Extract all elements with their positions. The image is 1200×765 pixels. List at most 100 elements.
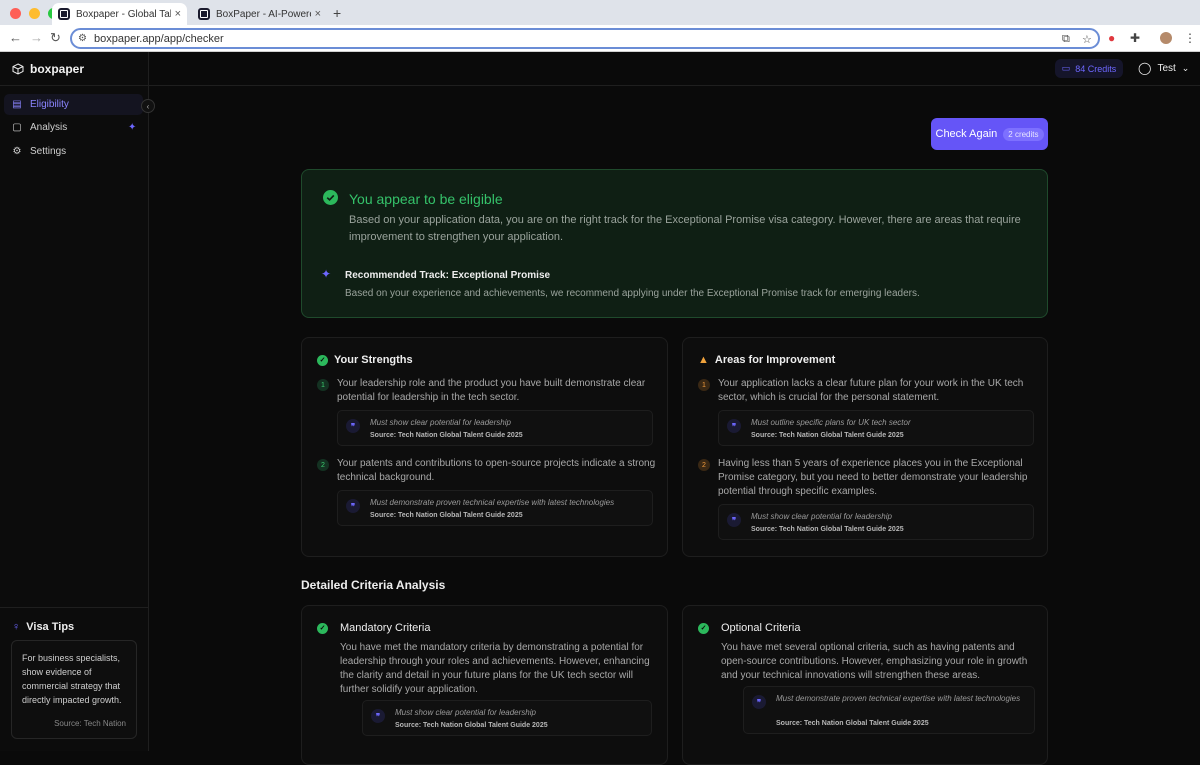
- warning-icon: ▲: [698, 354, 709, 366]
- profile-avatar[interactable]: [1160, 32, 1172, 44]
- brand-name: boxpaper: [30, 62, 85, 76]
- user-menu[interactable]: ◯ Test ⌄: [1138, 61, 1189, 75]
- improvements-card: ▲ Areas for Improvement 1 Your applicati…: [682, 337, 1048, 557]
- quote-icon: ❞: [727, 419, 741, 433]
- quote-icon: ❞: [346, 499, 360, 513]
- visa-tip-text: For business specialists, show evidence …: [22, 653, 122, 705]
- brand-logo[interactable]: boxpaper: [12, 62, 84, 76]
- sidebar-item-label: Eligibility: [30, 99, 69, 110]
- optional-title: Optional Criteria: [721, 622, 801, 634]
- sidebar-item-label: Settings: [30, 146, 67, 157]
- browser-menu-icon[interactable]: ⋮: [1184, 31, 1196, 45]
- item-number: 2: [698, 459, 710, 471]
- new-tab-button[interactable]: +: [333, 5, 341, 21]
- browser-tab-2[interactable]: BoxPaper - AI-Powered Documents ×: [192, 3, 327, 25]
- improvements-title: Areas for Improvement: [714, 354, 836, 366]
- header-divider: [149, 85, 1200, 86]
- credits-badge[interactable]: ▭ 84 Credits: [1055, 59, 1123, 78]
- sparkle-icon: ✦: [128, 122, 137, 133]
- boxpaper-favicon-icon: [58, 8, 70, 20]
- sidebar-item-eligibility[interactable]: ▤ Eligibility: [4, 94, 143, 115]
- back-arrow-icon[interactable]: ←: [9, 30, 22, 45]
- forward-arrow-icon[interactable]: →: [30, 30, 43, 45]
- browser-tab-strip: Boxpaper - Global Talent Visa × BoxPaper…: [0, 0, 1200, 25]
- user-circle-icon: ◯: [1138, 61, 1152, 75]
- eligibility-description: Based on your application data, you are …: [349, 214, 1021, 243]
- quote-text: Must show clear potential for leadership: [751, 512, 892, 521]
- check-again-button[interactable]: Check Again 2 credits: [931, 118, 1048, 150]
- extensions-puzzle-icon[interactable]: ✚: [1130, 31, 1140, 45]
- strengths-heading: ✓ Your Strengths: [317, 354, 413, 366]
- quote-text: Must outline specific plans for UK tech …: [751, 418, 911, 427]
- sidebar-item-analysis[interactable]: ▢ Analysis ✦: [4, 117, 143, 138]
- tab-close-icon[interactable]: ×: [315, 8, 321, 20]
- install-app-icon[interactable]: ⧉: [1062, 33, 1070, 46]
- improvements-heading: ▲ Areas for Improvement: [698, 354, 835, 366]
- document-icon: ▤: [12, 99, 22, 110]
- criteria-quote: ❞ Must show clear potential for leadersh…: [718, 504, 1034, 540]
- gear-icon: ⚙: [12, 146, 22, 157]
- mandatory-criteria-card: ✓ Mandatory Criteria You have met the ma…: [301, 605, 668, 765]
- quote-source: Source: Tech Nation Global Talent Guide …: [395, 722, 548, 729]
- minimize-window-button[interactable]: [29, 8, 40, 19]
- quote-icon: ❞: [752, 695, 766, 709]
- sparkles-icon: ✦: [321, 267, 332, 281]
- improvement-text: Your application lacks a clear future pl…: [718, 378, 1024, 403]
- visa-tips-heading: ♀ Visa Tips: [12, 621, 74, 633]
- visa-tip-card: For business specialists, show evidence …: [11, 640, 137, 739]
- browser-tab-1[interactable]: Boxpaper - Global Talent Visa ×: [52, 3, 187, 25]
- tab-title: Boxpaper - Global Talent Visa: [76, 8, 171, 20]
- item-number: 2: [317, 459, 329, 471]
- chevron-down-icon: ⌄: [1181, 62, 1190, 73]
- criteria-quote: ❞ Must show clear potential for leadersh…: [337, 410, 653, 446]
- site-info-icon[interactable]: ⚙: [78, 33, 87, 44]
- mandatory-heading: ✓ Mandatory Criteria: [317, 622, 430, 634]
- sidebar-item-settings[interactable]: ⚙ Settings: [4, 141, 143, 162]
- address-toolbar: ← → ↻ ⚙ boxpaper.app/app/checker ⧉ ☆ ● ✚…: [0, 25, 1200, 52]
- optional-criteria-card: ✓ Optional Criteria You have met several…: [682, 605, 1048, 765]
- tab-close-icon[interactable]: ×: [175, 8, 181, 20]
- boxpaper-favicon-icon: [198, 8, 210, 20]
- quote-icon: ❞: [346, 419, 360, 433]
- eligibility-result-card: You appear to be eligible Based on your …: [301, 169, 1048, 318]
- recommended-track-title: Recommended Track: Exceptional Promise: [345, 270, 551, 281]
- extension-icon[interactable]: ●: [1108, 31, 1115, 45]
- close-window-button[interactable]: [10, 8, 21, 19]
- address-bar[interactable]: ⚙ boxpaper.app/app/checker ⧉ ☆: [70, 28, 1100, 49]
- check-circle-icon: ✓: [317, 354, 328, 366]
- quote-text: Must show clear potential for leadership: [370, 418, 511, 427]
- visa-tip-source: Source: Tech Nation: [54, 719, 126, 728]
- recommended-track-description: Based on your experience and achievement…: [345, 288, 920, 299]
- optional-heading: ✓ Optional Criteria: [698, 622, 800, 634]
- quote-source: Source: Tech Nation Global Talent Guide …: [776, 720, 929, 727]
- sidebar: boxpaper ▤ Eligibility ▢ Analysis ✦ ⚙ Se…: [0, 52, 149, 751]
- quote-text: Must demonstrate proven technical expert…: [776, 694, 1021, 703]
- criteria-quote: ❞ Must outline specific plans for UK tec…: [718, 410, 1034, 446]
- quote-source: Source: Tech Nation Global Talent Guide …: [370, 512, 523, 519]
- divider: [0, 85, 149, 86]
- file-icon: ▢: [12, 122, 22, 133]
- sidebar-item-label: Analysis: [30, 122, 68, 133]
- criteria-section-title: Detailed Criteria Analysis: [301, 578, 446, 592]
- mandatory-title: Mandatory Criteria: [340, 622, 431, 634]
- quote-source: Source: Tech Nation Global Talent Guide …: [751, 432, 904, 439]
- criteria-quote: ❞ Must demonstrate proven technical expe…: [743, 686, 1035, 734]
- strength-text: Your patents and contributions to open-s…: [337, 458, 656, 483]
- optional-text: You have met several optional criteria, …: [721, 642, 1028, 681]
- reload-icon[interactable]: ↻: [50, 30, 61, 46]
- check-again-label: Check Again: [935, 128, 998, 140]
- quote-text: Must show clear potential for leadership: [395, 708, 536, 717]
- strength-text: Your leadership role and the product you…: [337, 378, 646, 403]
- criteria-quote: ❞ Must demonstrate proven technical expe…: [337, 490, 653, 526]
- app-root: boxpaper ▤ Eligibility ▢ Analysis ✦ ⚙ Se…: [0, 52, 1200, 765]
- bookmark-star-icon[interactable]: ☆: [1082, 33, 1092, 46]
- improvement-text: Having less than 5 years of experience p…: [718, 458, 1028, 497]
- quote-icon: ❞: [371, 709, 385, 723]
- item-number: 1: [317, 379, 329, 391]
- url-text: boxpaper.app/app/checker: [94, 32, 224, 45]
- lightbulb-icon: ♀: [12, 621, 21, 633]
- divider: [0, 607, 149, 608]
- collapse-sidebar-button[interactable]: ‹: [141, 99, 155, 113]
- quote-source: Source: Tech Nation Global Talent Guide …: [751, 526, 904, 533]
- credits-count: 84 Credits: [1075, 63, 1117, 74]
